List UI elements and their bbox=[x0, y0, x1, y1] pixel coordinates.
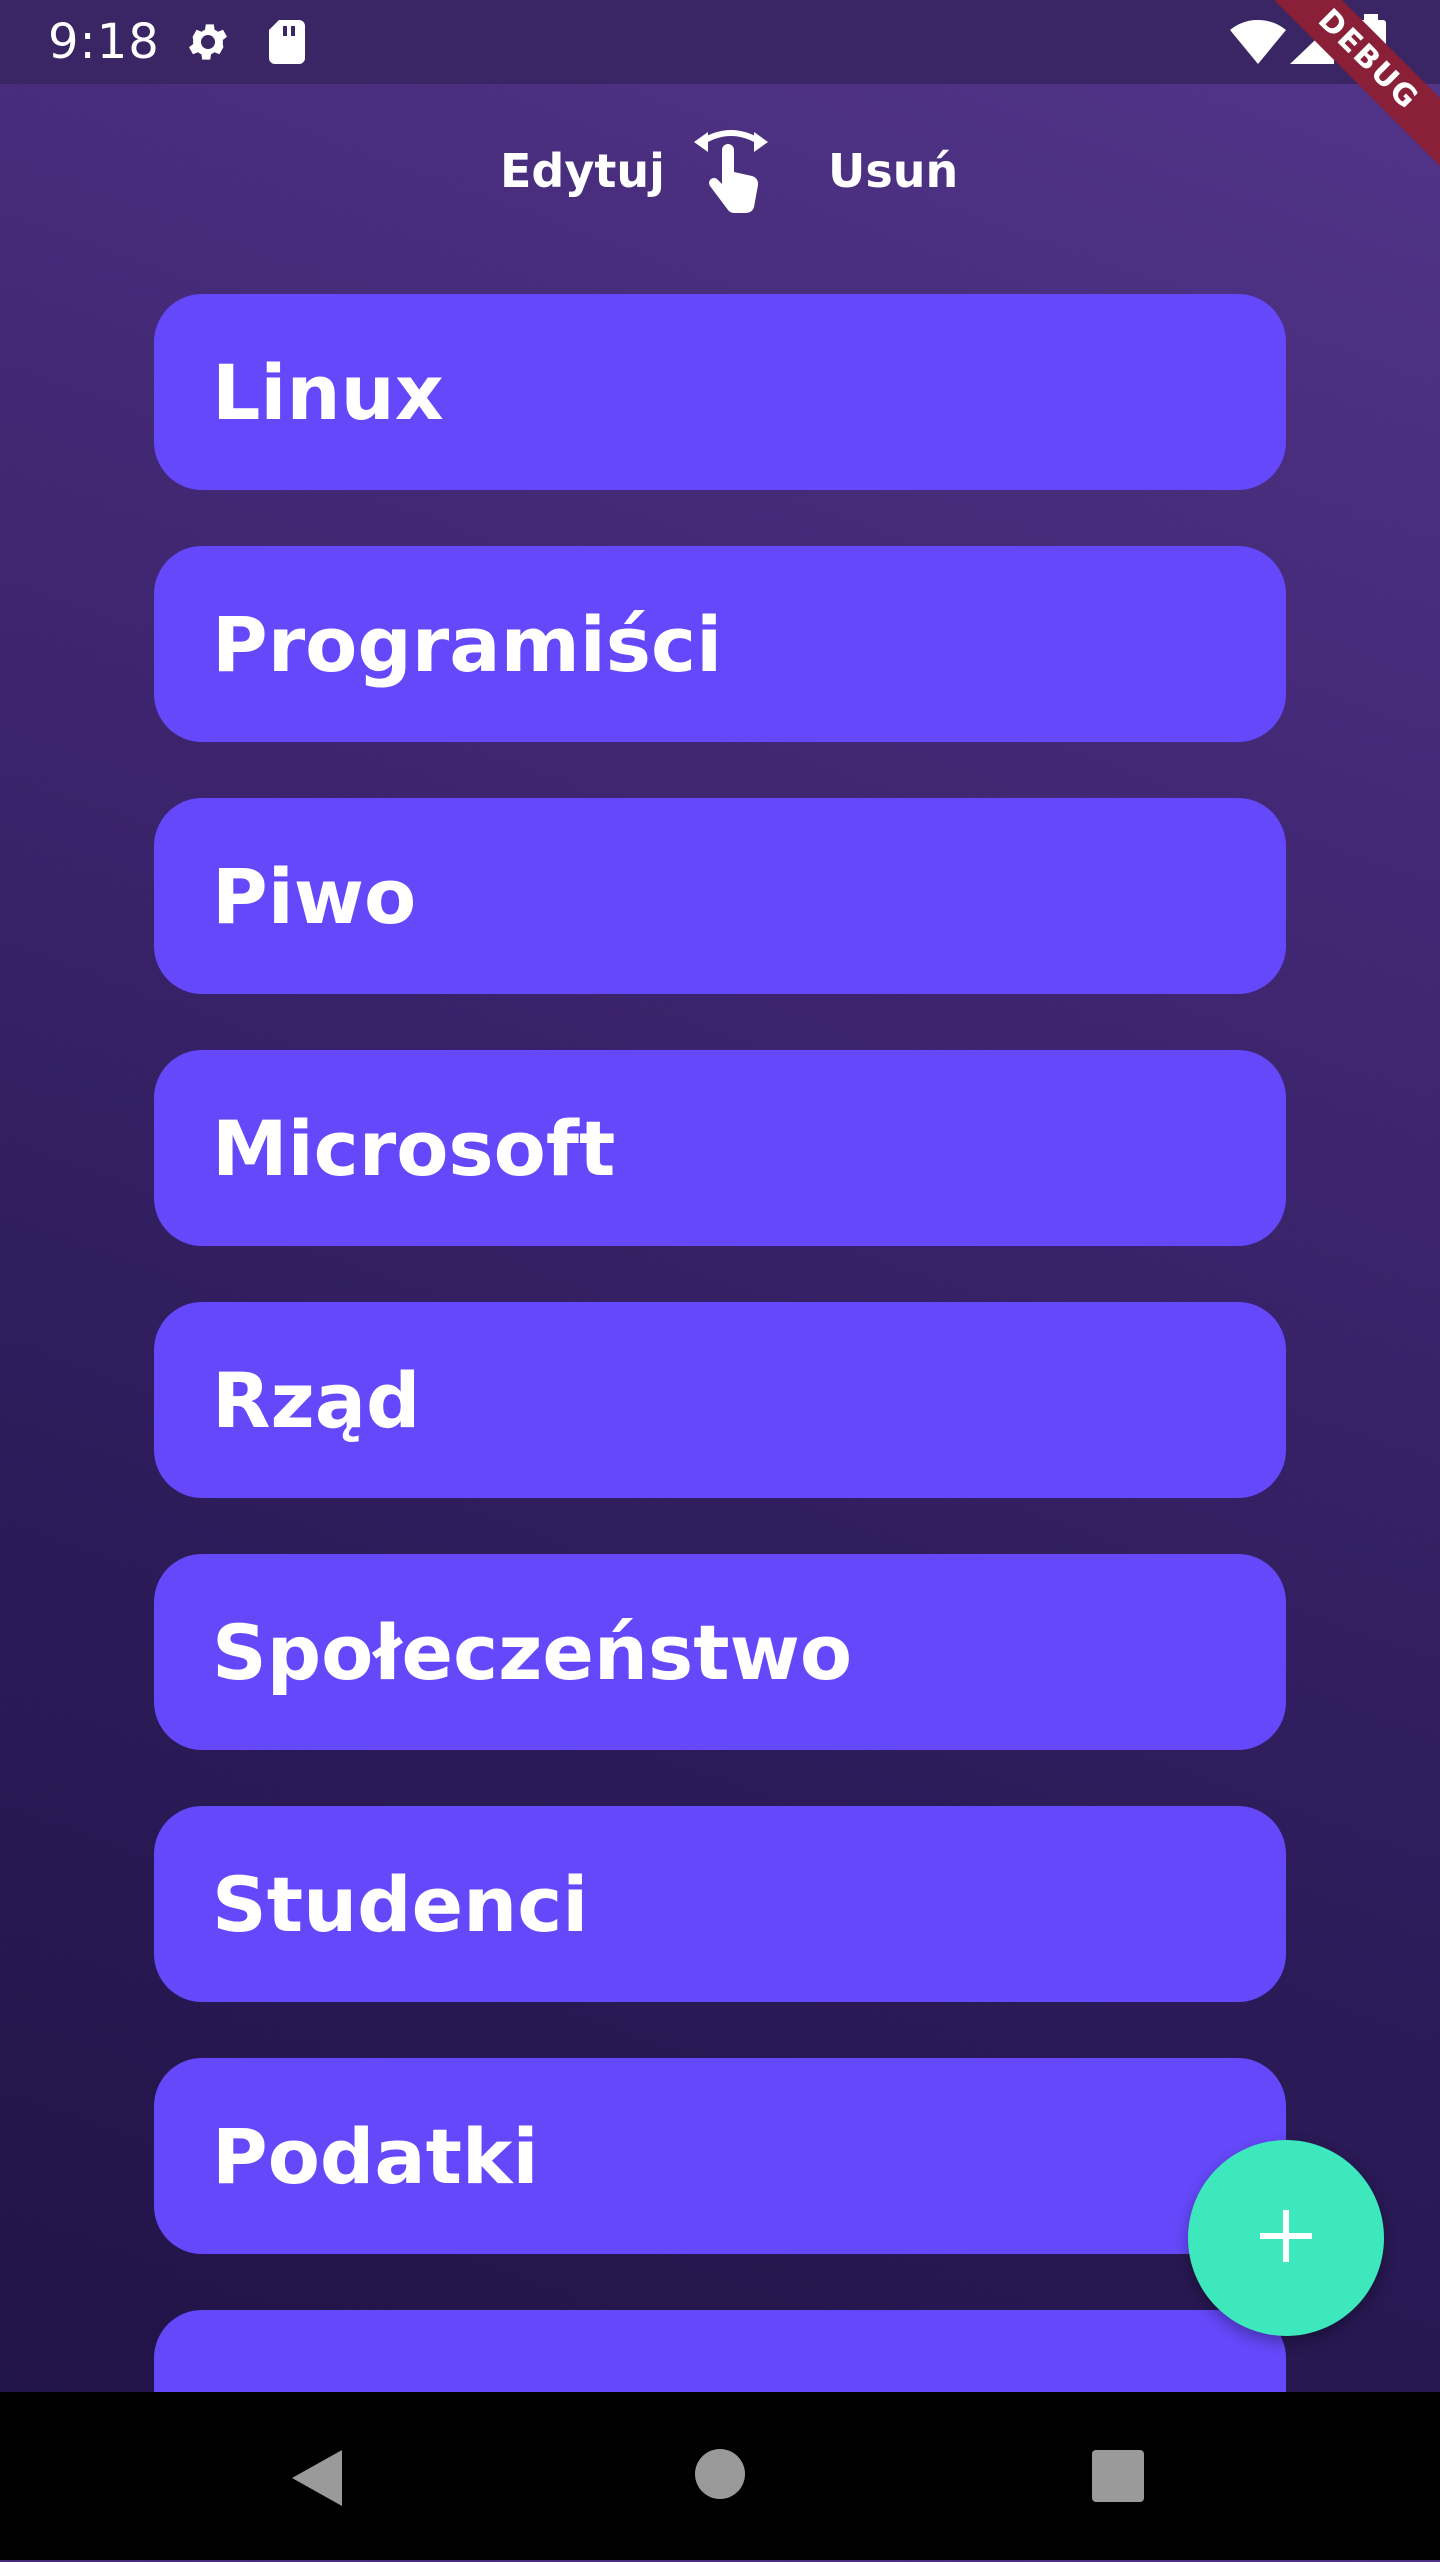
back-icon[interactable] bbox=[290, 2448, 344, 2513]
list-item-label: Linux bbox=[212, 347, 444, 437]
sd-card-icon bbox=[266, 18, 308, 71]
list-item-label: Microsoft bbox=[212, 1103, 616, 1193]
list-item-label: Piwo bbox=[212, 851, 417, 941]
list-item[interactable]: Microsoft bbox=[154, 1050, 1286, 1246]
list-item[interactable]: Podatki bbox=[154, 2058, 1286, 2254]
category-list: Linux Programiści Piwo Microsoft Rząd Sp… bbox=[154, 294, 1286, 2562]
delete-label[interactable]: Usuń bbox=[828, 144, 958, 198]
add-button[interactable] bbox=[1188, 2140, 1384, 2336]
list-item-label: Podatki bbox=[212, 2111, 539, 2201]
status-bar: 9:18 bbox=[0, 0, 1440, 84]
list-item[interactable]: Piwo bbox=[154, 798, 1286, 994]
edit-label[interactable]: Edytuj bbox=[500, 144, 665, 198]
list-item[interactable]: Linux bbox=[154, 294, 1286, 490]
swipe-horizontal-icon bbox=[688, 120, 774, 221]
list-item-label: Studenci bbox=[212, 1859, 589, 1949]
list-item[interactable]: Studenci bbox=[154, 1806, 1286, 2002]
gear-icon bbox=[184, 18, 232, 71]
list-item[interactable]: Społeczeństwo bbox=[154, 1554, 1286, 1750]
list-item-label: Rząd bbox=[212, 1355, 421, 1445]
status-time: 9:18 bbox=[48, 14, 160, 70]
plus-icon bbox=[1258, 2208, 1314, 2269]
home-icon[interactable] bbox=[694, 2448, 746, 2505]
list-item[interactable]: Programiści bbox=[154, 546, 1286, 742]
list-item-label: Programiści bbox=[212, 599, 723, 689]
header: Edytuj Usuń bbox=[0, 120, 1440, 220]
wifi-icon bbox=[1230, 19, 1286, 69]
list-item[interactable]: Rząd bbox=[154, 1302, 1286, 1498]
navigation-bar bbox=[0, 2392, 1440, 2560]
recents-icon[interactable] bbox=[1092, 2450, 1144, 2507]
list-item-label: Społeczeństwo bbox=[212, 1607, 853, 1697]
